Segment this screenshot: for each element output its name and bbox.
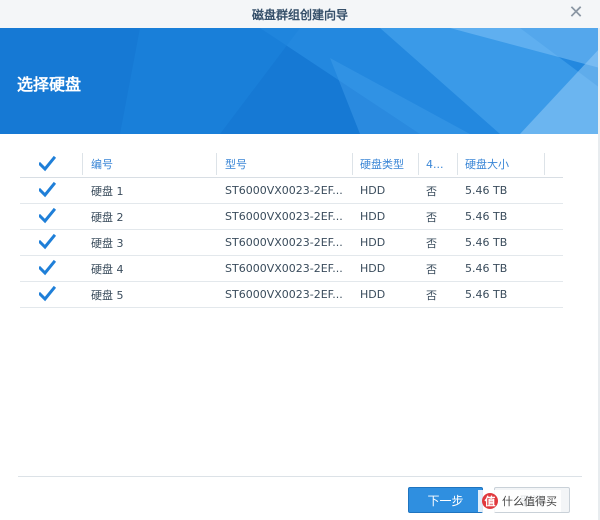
cell-col4: 否 (426, 184, 437, 198)
cell-number: 硬盘 5 (91, 288, 124, 302)
cell-size: 5.46 TB (465, 210, 508, 223)
cell-disk-type: HDD (360, 288, 386, 301)
cell-number: 硬盘 2 (91, 210, 124, 224)
column-divider[interactable] (216, 153, 217, 175)
row-checkbox[interactable] (39, 178, 69, 203)
row-checkbox[interactable] (39, 230, 69, 255)
cell-col4: 否 (426, 288, 437, 302)
cell-number: 硬盘 1 (91, 184, 124, 198)
cell-number: 硬盘 3 (91, 236, 124, 250)
check-icon (39, 181, 56, 198)
banner-title: 选择硬盘 (17, 75, 82, 94)
check-icon (39, 233, 56, 250)
row-checkbox[interactable] (39, 204, 69, 229)
select-all-checkbox[interactable] (39, 151, 69, 177)
cell-model: ST6000VX0023-2EF... (225, 236, 343, 249)
column-divider[interactable] (82, 153, 83, 175)
column-divider[interactable] (418, 153, 419, 175)
table-row[interactable]: 硬盘 5 ST6000VX0023-2EF... HDD 否 5.46 TB (20, 282, 563, 308)
disk-table: 编号 型号 硬盘类型 4... 硬盘大小 硬盘 1 ST6000VX0023-2… (20, 151, 563, 308)
cell-disk-type: HDD (360, 262, 386, 275)
column-divider[interactable] (544, 153, 545, 175)
header-model[interactable]: 型号 (225, 151, 350, 177)
table-row[interactable]: 硬盘 2 ST6000VX0023-2EF... HDD 否 5.46 TB (20, 204, 563, 230)
header-disk-type[interactable]: 硬盘类型 (360, 151, 420, 177)
column-divider[interactable] (352, 153, 353, 175)
row-checkbox[interactable] (39, 282, 69, 307)
watermark-text: 什么值得买 (502, 495, 557, 508)
header-number[interactable]: 编号 (91, 151, 211, 177)
watermark: 值 什么值得买 (478, 490, 561, 512)
table-row[interactable]: 硬盘 4 ST6000VX0023-2EF... HDD 否 5.46 TB (20, 256, 563, 282)
cell-model: ST6000VX0023-2EF... (225, 210, 343, 223)
check-icon (39, 207, 56, 224)
row-checkbox[interactable] (39, 256, 69, 281)
cell-model: ST6000VX0023-2EF... (225, 262, 343, 275)
check-icon (39, 285, 56, 302)
table-row[interactable]: 硬盘 3 ST6000VX0023-2EF... HDD 否 5.46 TB (20, 230, 563, 256)
cell-size: 5.46 TB (465, 236, 508, 249)
cell-disk-type: HDD (360, 236, 386, 249)
check-icon (39, 155, 56, 172)
next-button[interactable]: 下一步 (408, 487, 483, 513)
banner-background (0, 28, 600, 134)
check-icon (39, 259, 56, 276)
table-header: 编号 型号 硬盘类型 4... 硬盘大小 (20, 151, 563, 178)
cell-size: 5.46 TB (465, 288, 508, 301)
cell-number: 硬盘 4 (91, 262, 124, 276)
cell-disk-type: HDD (360, 210, 386, 223)
watermark-logo-icon: 值 (482, 493, 498, 509)
table-row[interactable]: 硬盘 1 ST6000VX0023-2EF... HDD 否 5.46 TB (20, 178, 563, 204)
footer-divider (18, 476, 582, 477)
window-title: 磁盘群组创建向导 (251, 8, 348, 22)
cell-col4: 否 (426, 262, 437, 276)
cell-col4: 否 (426, 210, 437, 224)
wizard-banner: 选择硬盘 (0, 28, 600, 134)
header-col4[interactable]: 4... (426, 151, 456, 177)
cell-col4: 否 (426, 236, 437, 250)
cell-size: 5.46 TB (465, 184, 508, 197)
close-icon[interactable]: ✕ (566, 3, 586, 23)
column-divider[interactable] (457, 153, 458, 175)
header-size[interactable]: 硬盘大小 (465, 151, 550, 177)
cell-disk-type: HDD (360, 184, 386, 197)
window-titlebar: 磁盘群组创建向导 ✕ (0, 0, 600, 29)
cell-model: ST6000VX0023-2EF... (225, 184, 343, 197)
cell-model: ST6000VX0023-2EF... (225, 288, 343, 301)
cell-size: 5.46 TB (465, 262, 508, 275)
